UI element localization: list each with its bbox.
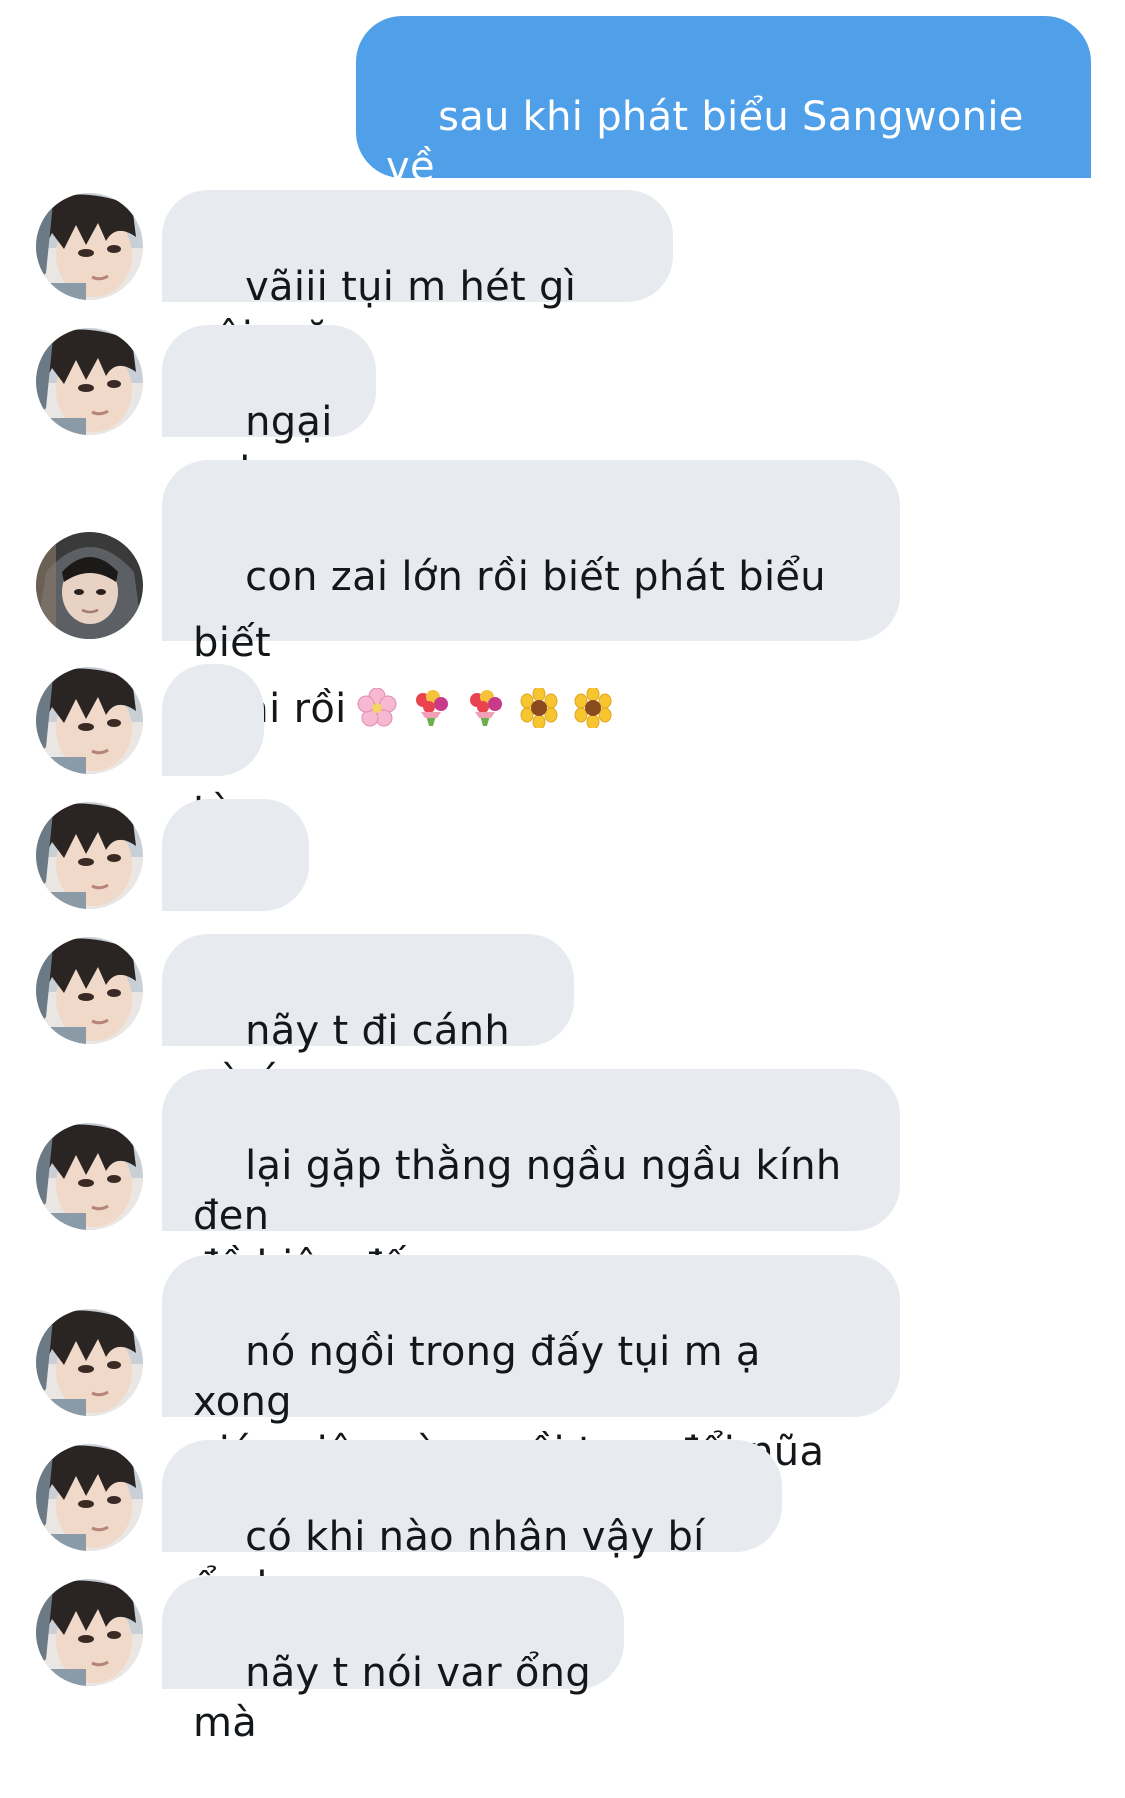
cherry-blossom-icon [357,688,397,727]
avatar[interactable] [36,328,143,435]
avatar[interactable] [36,1444,143,1551]
sunflower-icon [520,688,558,728]
avatar[interactable] [36,802,143,909]
received-message-text: nãy t nói var ổng mà [193,1650,605,1746]
received-message-bubble[interactable]: có khi nào nhân vậy bí ẩn ko [162,1440,782,1610]
emoji-reactions [357,688,613,728]
avatar[interactable] [36,937,143,1044]
received-message-bubble[interactable]: từ [162,664,264,834]
received-message-bubble[interactable]: vãiii tụi m hét gì vậi mă [162,190,673,360]
chat-thread: sau khi phát biểu Sangwonie về chỗ ngồi … [0,0,1125,1746]
avatar[interactable] [36,193,143,300]
avatar[interactable] [36,532,143,639]
avatar[interactable] [36,1579,143,1686]
received-message-bubble[interactable]: nãy t nói var ổng mà [162,1576,624,1746]
received-message-bubble[interactable]: lại gặp thằng ngầu ngầu kính đen đồ hiệu… [162,1069,900,1289]
received-message-bubble[interactable]: con zai lớn rồi biết phát biểu biết ngại… [162,460,900,732]
sent-message-bubble[interactable]: sau khi phát biểu Sangwonie về chỗ ngồi [356,16,1091,240]
bouquet-icon [415,690,448,726]
received-message-bubble[interactable]: ngại vcl [162,325,376,495]
bouquet-icon [469,690,502,726]
received-message-bubble[interactable]: nãy t đi cánh gà ớ [162,934,574,1104]
avatar[interactable] [36,1123,143,1230]
avatar[interactable] [36,667,143,774]
avatar[interactable] [36,1309,143,1416]
sunflower-icon [574,688,612,728]
received-message-bubble[interactable]: nó ngồi trong đấy tụi m ạ xong giáo viên… [162,1255,900,1475]
received-message-bubble[interactable]: nma [162,799,309,969]
